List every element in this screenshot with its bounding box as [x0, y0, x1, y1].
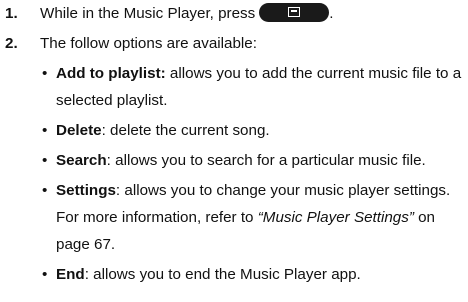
step-number: 1.	[5, 5, 18, 22]
option-description: allows you to end the Music Player app.	[88, 266, 361, 283]
option-description: delete the current song.	[105, 122, 270, 139]
option-term: Delete	[56, 122, 102, 139]
menu-key-icon	[259, 3, 330, 22]
step-1: 1. While in the Music Player, press.	[0, 0, 468, 27]
option-term: Search	[56, 152, 107, 169]
bullet: •	[42, 182, 48, 199]
cross-reference: “Music Player Settings”	[257, 209, 414, 226]
bullet: •	[42, 122, 48, 139]
options-list: • Add to playlist: allows you to add the …	[0, 60, 468, 288]
option-settings: • Settings: allows you to change your mus…	[0, 177, 468, 258]
step-number: 2.	[5, 35, 18, 52]
step-text-end: .	[329, 5, 334, 22]
bullet: •	[42, 152, 48, 169]
option-search: • Search: allows you to search for a part…	[0, 147, 468, 174]
option-add-to-playlist: • Add to playlist: allows you to add the …	[0, 60, 468, 114]
bullet: •	[42, 266, 48, 283]
option-term: Add to playlist	[56, 65, 161, 82]
instructions: 1. While in the Music Player, press. 2. Th…	[0, 0, 468, 288]
bullet: •	[42, 65, 48, 82]
option-description: allows you to search for a particular mu…	[110, 152, 426, 169]
option-term: Settings	[56, 182, 116, 199]
option-delete: • Delete: delete the current song.	[0, 117, 468, 144]
step-text: The follow options are available:	[40, 35, 257, 52]
option-end: • End: allows you to end the Music Player…	[0, 261, 468, 288]
menu-glyph-icon	[288, 7, 301, 17]
step-text: While in the Music Player, press	[40, 5, 256, 22]
option-term: End	[56, 266, 85, 283]
step-2: 2. The follow options are available:	[0, 30, 468, 57]
